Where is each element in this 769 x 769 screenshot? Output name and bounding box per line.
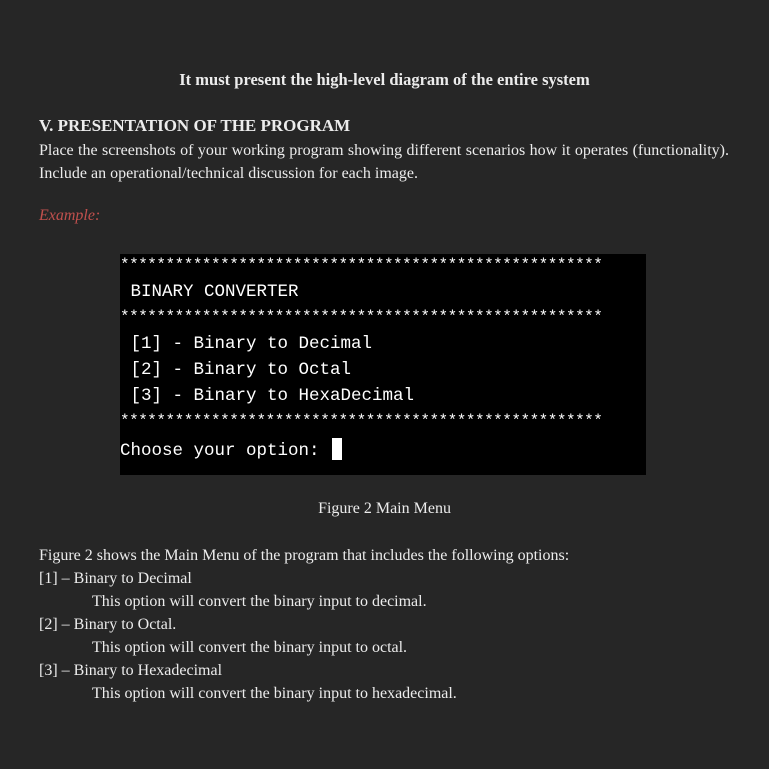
option-description-3: This option will convert the binary inpu…: [92, 685, 457, 702]
discussion-block: Figure 2 shows the Main Menu of the prog…: [39, 544, 739, 705]
system-diagram-requirement: It must present the high-level diagram o…: [179, 70, 590, 89]
cursor-block: [332, 438, 343, 460]
figure-caption: Figure 2 Main Menu: [318, 500, 451, 517]
example-label: Example:: [39, 207, 101, 224]
terminal-screenshot: ****************************************…: [120, 254, 646, 475]
terminal-title: BINARY CONVERTER: [120, 282, 299, 302]
section-intro: Place the screenshots of your working pr…: [39, 142, 729, 182]
star-border-bottom: ****************************************…: [120, 412, 603, 430]
star-border-middle: ****************************************…: [120, 308, 603, 326]
terminal-prompt-line: Choose your option:: [120, 438, 343, 461]
terminal-option-2: [2] - Binary to Octal: [120, 360, 352, 380]
terminal-option-3: [3] - Binary to HexaDecimal: [120, 386, 415, 406]
section-heading: V. PRESENTATION OF THE PROGRAM: [39, 116, 351, 135]
terminal-option-1: [1] - Binary to Decimal: [120, 334, 373, 354]
option-item-3: [3] – Binary to Hexadecimal: [39, 662, 223, 679]
option-item-2: [2] – Binary to Octal.: [39, 616, 177, 633]
terminal-prompt: Choose your option:: [120, 441, 331, 461]
option-description-2: This option will convert the binary inpu…: [92, 639, 408, 656]
discussion-lead: Figure 2 shows the Main Menu of the prog…: [39, 547, 570, 564]
option-description-1: This option will convert the binary inpu…: [92, 593, 427, 610]
star-border-top: ****************************************…: [120, 256, 603, 274]
option-item-1: [1] – Binary to Decimal: [39, 570, 192, 587]
